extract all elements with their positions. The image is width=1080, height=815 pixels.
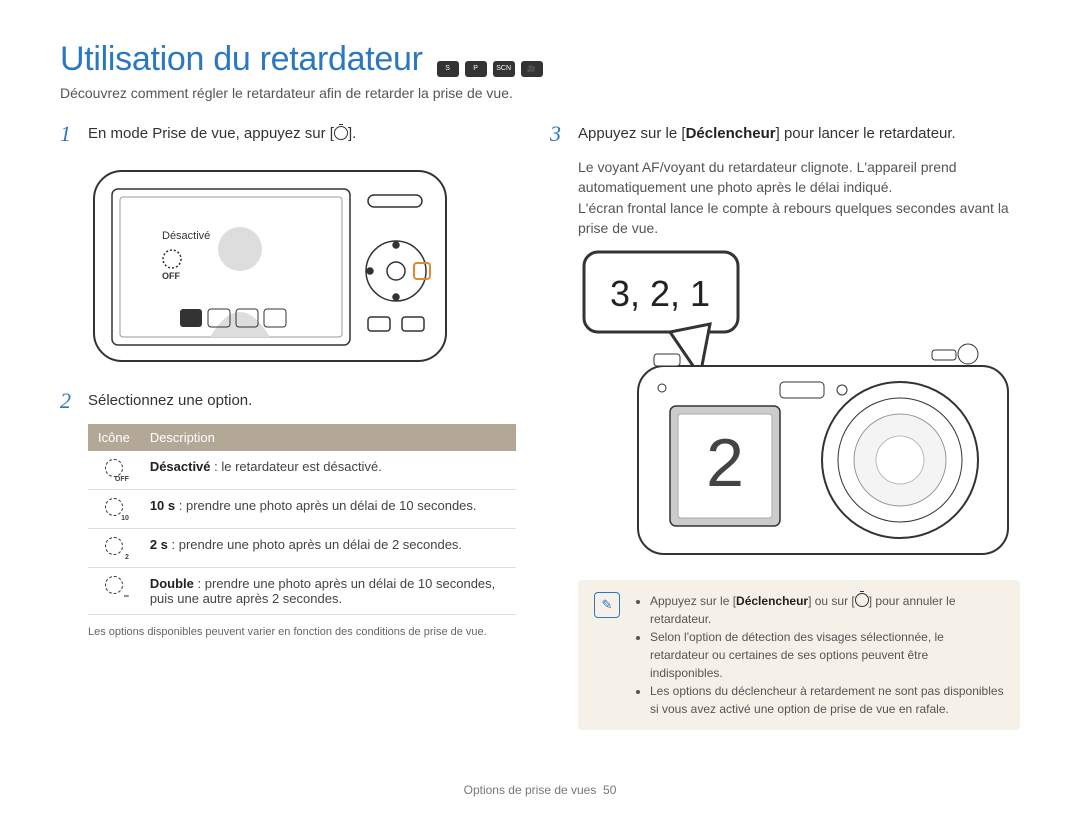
step-2-text: Sélectionnez une option. xyxy=(88,390,252,412)
camera-back-illustration: Désactivé OFF xyxy=(90,167,450,367)
step-1-text: En mode Prise de vue, appuyez sur []. xyxy=(88,123,356,145)
step-number: 1 xyxy=(60,123,78,145)
timer-icon xyxy=(334,126,348,140)
step-number: 2 xyxy=(60,390,78,412)
right-column: 3 Appuyez sur le [Déclencheur] pour lanc… xyxy=(550,123,1020,730)
step-3-sub-2: L'écran frontal lance le compte à rebour… xyxy=(578,198,1020,239)
step-3: 3 Appuyez sur le [Déclencheur] pour lanc… xyxy=(550,123,1020,145)
note-item: Selon l'option de détection des visages … xyxy=(650,628,1004,682)
page-title: Utilisation du retardateur xyxy=(60,40,423,79)
table-row: 2 2 s : prendre une photo après un délai… xyxy=(88,529,516,568)
table-footnote: Les options disponibles peuvent varier e… xyxy=(88,625,510,640)
th-desc: Description xyxy=(140,424,516,451)
timer-icon xyxy=(855,593,869,607)
step-3-sub-1: Le voyant AF/voyant du retardateur clign… xyxy=(578,157,1020,198)
svg-text:OFF: OFF xyxy=(162,271,180,281)
table-row: OFF Désactivé : le retardateur est désac… xyxy=(88,451,516,490)
camera-front-illustration: 3, 2, 1 2 xyxy=(580,246,1020,566)
timer-double-icon: ∞ xyxy=(103,576,125,598)
page-subtitle: Découvrez comment régler le retardateur … xyxy=(60,85,1020,101)
table-row: ∞ Double : prendre une photo après un dé… xyxy=(88,568,516,615)
timer-options-table: Icône Description OFF Désactivé : le ret… xyxy=(88,424,516,615)
step-1: 1 En mode Prise de vue, appuyez sur []. xyxy=(60,123,510,145)
front-screen-counter: 2 xyxy=(706,425,744,501)
mode-icons: S P SCN 🎥 xyxy=(437,61,543,77)
left-column: 1 En mode Prise de vue, appuyez sur []. … xyxy=(60,123,510,730)
step-3-text: Appuyez sur le [Déclencheur] pour lancer… xyxy=(578,123,956,145)
step-2: 2 Sélectionnez une option. xyxy=(60,390,510,412)
th-icon: Icône xyxy=(88,424,140,451)
page-footer: Options de prise de vues 50 xyxy=(0,783,1080,797)
timer-off-icon: OFF xyxy=(103,459,125,481)
mode-program-icon: P xyxy=(465,61,487,77)
note-icon: ✎ xyxy=(594,592,620,618)
table-row: 10 10 s : prendre une photo après un dél… xyxy=(88,490,516,529)
mode-movie-icon: 🎥 xyxy=(521,61,543,77)
mode-smart-icon: S xyxy=(437,61,459,77)
note-item: Appuyez sur le [Déclencheur] ou sur [] p… xyxy=(650,592,1004,628)
note-box: ✎ Appuyez sur le [Déclencheur] ou sur []… xyxy=(578,580,1020,730)
screen-label: Désactivé xyxy=(162,230,210,242)
timer-2s-icon: 2 xyxy=(103,537,125,559)
timer-10s-icon: 10 xyxy=(103,498,125,520)
countdown-bubble: 3, 2, 1 xyxy=(610,273,710,314)
step-number: 3 xyxy=(550,123,568,145)
note-item: Les options du déclencheur à retardement… xyxy=(650,682,1004,718)
mode-scene-icon: SCN xyxy=(493,61,515,77)
